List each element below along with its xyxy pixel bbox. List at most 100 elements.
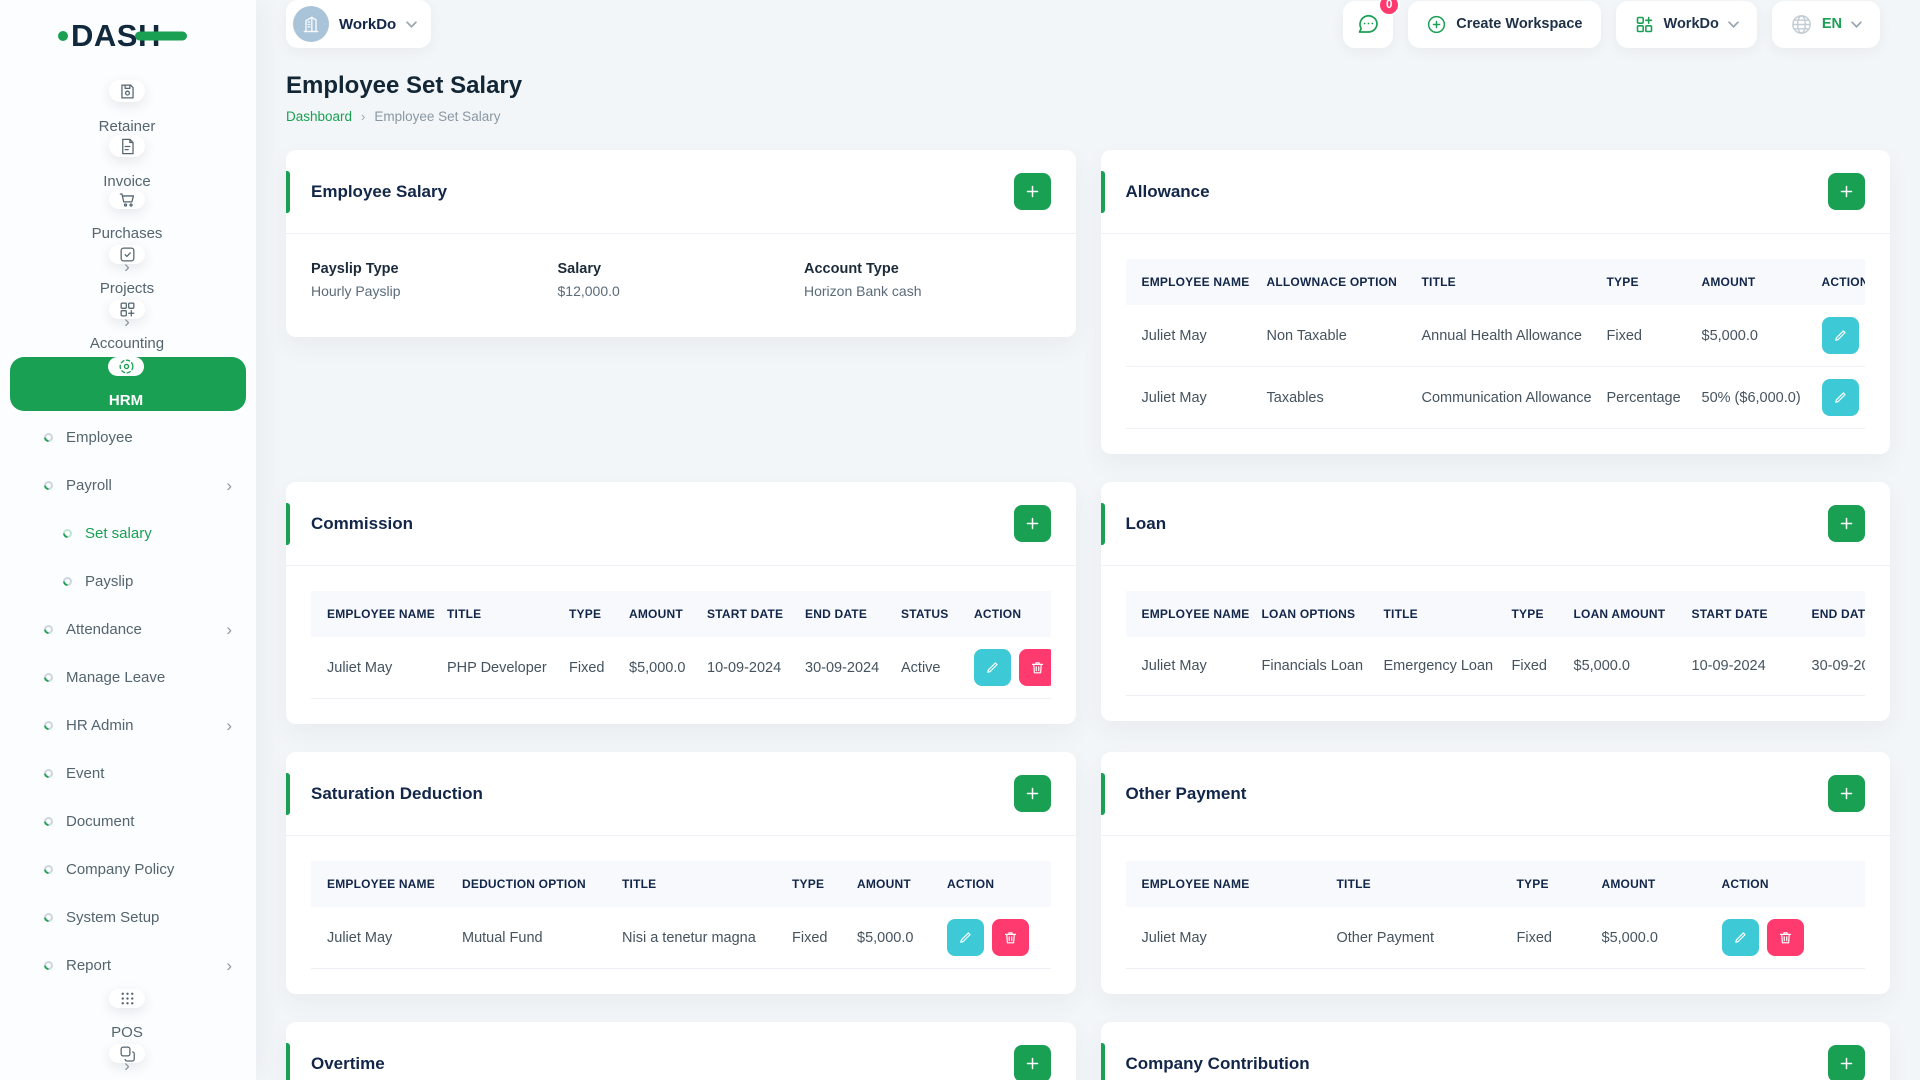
column-header: EMPLOYEE NAME <box>311 861 446 907</box>
card-title: Loan <box>1125 513 1167 533</box>
sidebar-item-payslip[interactable]: Payslip <box>0 557 256 605</box>
sidebar-item-invoice[interactable]: Invoice <box>0 135 256 190</box>
employee-salary-details: Payslip Type Hourly Payslip Salary $12,0… <box>286 234 1076 337</box>
projects-icon <box>109 245 145 264</box>
column-header: LOAN AMOUNT <box>1557 591 1676 637</box>
sidebar-item-label: System Setup <box>66 908 160 926</box>
table-cell: $5,000.0 <box>1701 327 1758 344</box>
add-loan-button[interactable] <box>1828 505 1865 542</box>
sidebar-item-accounting[interactable]: Accounting› <box>0 300 256 385</box>
edit-button[interactable] <box>1721 919 1759 956</box>
field-account-type: Account Type Horizon Bank cash <box>804 261 1051 299</box>
column-header: ACTION <box>1805 259 1865 305</box>
table-cell: 30-09-2024 <box>1811 658 1866 674</box>
card-loan: Loan EMPLOYEE NAME LOAN OPTIONS TITLE TYPE L… <box>1100 482 1890 721</box>
create-workspace-button[interactable]: Create Workspace <box>1408 0 1601 48</box>
messages-button[interactable]: 0 <box>1343 0 1401 48</box>
sidebar-item-attendance[interactable]: Attendance › <box>0 605 256 653</box>
sidebar-item-pos[interactable]: POS › <box>0 989 256 1074</box>
table-cell: Juliet May <box>1141 389 1207 406</box>
sidebar-item-set-salary[interactable]: Set salary <box>0 509 256 557</box>
app-logo[interactable]: DASH <box>0 0 187 72</box>
table-header-row: EMPLOYEE NAME TITLE TYPE AMOUNT START DATE EN… <box>311 591 1051 637</box>
breadcrumb-dashboard-link[interactable]: Dashboard <box>286 109 352 124</box>
card-commission: Commission EMPLOYEE NAME TITLE TYPE AMOUNT S… <box>286 482 1076 724</box>
table-cell: Active <box>901 659 941 676</box>
sidebar-item-hr-admin[interactable]: HR Admin › <box>0 701 256 749</box>
table-row: Juliet May Financials Loan Emergency Loan F… <box>1125 637 1866 696</box>
language-button[interactable]: EN <box>1771 0 1880 48</box>
sidebar-item-crm[interactable]: CRM› <box>0 1044 256 1080</box>
column-header: ACTION <box>931 861 1051 907</box>
sidebar-item-projects[interactable]: Projects › <box>0 245 256 330</box>
delete-button[interactable] <box>992 919 1029 956</box>
sidebar-item-company-policy[interactable]: Company Policy <box>0 845 256 893</box>
delete-button[interactable] <box>1766 919 1804 956</box>
sidebar-item-retainer[interactable]: Retainer <box>0 80 256 135</box>
workdo-menu-button[interactable]: WorkDo <box>1615 0 1757 48</box>
column-header: DEDUCTION OPTION <box>446 861 606 907</box>
table-cell: 10-09-2024 <box>707 659 782 676</box>
chevron-right-icon: › <box>226 715 232 735</box>
edit-button[interactable] <box>1821 317 1859 354</box>
add-commission-button[interactable] <box>1013 505 1051 542</box>
add-company-contribution-button[interactable] <box>1828 1045 1865 1080</box>
add-overtime-button[interactable] <box>1013 1045 1051 1080</box>
edit-button[interactable] <box>947 919 984 956</box>
edit-button[interactable] <box>1821 379 1859 416</box>
field-payslip-type: Payslip Type Hourly Payslip <box>311 261 558 299</box>
bullet-icon <box>42 910 55 924</box>
pencil-icon <box>960 932 971 943</box>
add-other-payment-button[interactable] <box>1828 775 1865 812</box>
add-saturation-deduction-button[interactable] <box>1013 775 1051 812</box>
action-cell <box>931 907 1051 969</box>
column-header: TYPE <box>553 591 613 637</box>
sidebar-item-report[interactable]: Report › <box>0 941 256 989</box>
sidebar-item-payroll[interactable]: Payroll › <box>0 461 256 509</box>
breadcrumb-current: Employee Set Salary <box>374 109 501 124</box>
table-cell: Mutual Fund <box>462 929 543 946</box>
column-header: TITLE <box>1405 259 1591 305</box>
add-employee-salary-button[interactable] <box>1013 173 1051 210</box>
table-cell: Fixed <box>569 659 605 676</box>
page-content: Employee Set Salary Dashboard › Employee… <box>256 48 1920 1080</box>
edit-button[interactable] <box>974 649 1011 686</box>
table-row: Juliet May Non Taxable Annual Health Allow… <box>1125 305 1865 367</box>
add-allowance-button[interactable] <box>1828 173 1865 210</box>
sidebar-item-label: Company Policy <box>66 860 175 878</box>
pencil-icon <box>1834 330 1846 341</box>
column-header: EMPLOYEE NAME <box>1125 591 1249 637</box>
column-header: TYPE <box>776 861 841 907</box>
card-header: Allowance <box>1100 150 1890 234</box>
workspace-avatar-icon <box>293 6 329 42</box>
sidebar-item-system-setup[interactable]: System Setup <box>0 893 256 941</box>
sidebar-item-purchases[interactable]: Purchases › <box>0 190 256 275</box>
action-cell <box>958 637 1051 699</box>
sidebar-item-event[interactable]: Event <box>0 749 256 797</box>
sidebar-item-hrm[interactable]: HRM › <box>10 357 246 436</box>
bullet-icon <box>42 670 55 684</box>
plus-icon <box>1026 1057 1038 1070</box>
column-header: TYPE <box>1500 861 1586 907</box>
other-payment-table: EMPLOYEE NAME TITLE TYPE AMOUNT ACTION Juliet… <box>1125 861 1865 969</box>
card-title: Company Contribution <box>1125 1053 1310 1073</box>
sidebar-item-document[interactable]: Document <box>0 797 256 845</box>
sidebar-nav: Retainer Invoice Purchases › Projects › Accoun… <box>0 72 256 1080</box>
table-cell: Communication Allowance <box>1421 389 1592 406</box>
invoice-icon <box>109 135 145 157</box>
sidebar-item-label: POS <box>111 1024 143 1041</box>
card-header: Commission <box>286 482 1076 566</box>
trash-icon <box>1779 932 1791 944</box>
delete-button[interactable] <box>1019 649 1051 686</box>
bullet-icon <box>61 526 74 540</box>
column-header: EMPLOYEE NAME <box>311 591 435 637</box>
sidebar-item-manage-leave[interactable]: Manage Leave <box>0 653 256 701</box>
column-header: ACTION <box>958 591 1051 637</box>
workspace-switcher[interactable]: WorkDo <box>286 0 432 48</box>
accounting-icon <box>109 300 145 319</box>
table-cell: $5,000.0 <box>1573 658 1630 674</box>
sidebar-item-label: HRM <box>108 392 144 409</box>
plus-icon <box>1840 1057 1853 1070</box>
crm-icon <box>109 1044 145 1063</box>
sidebar-item-employee[interactable]: Employee <box>0 413 256 461</box>
